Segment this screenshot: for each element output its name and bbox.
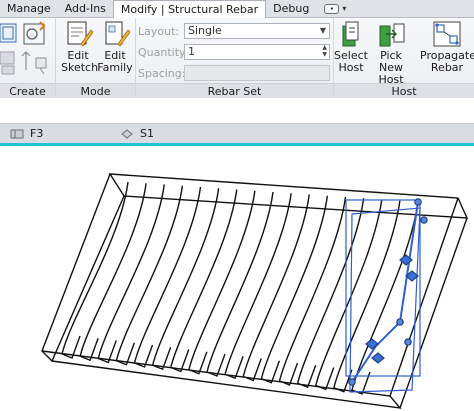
create-tools-icons[interactable] — [0, 18, 56, 82]
drawing-canvas[interactable] — [0, 146, 474, 411]
section-view-icon — [121, 128, 133, 139]
rebar-bar — [314, 199, 383, 391]
edit-family-icon — [105, 21, 130, 47]
spin-arrows-icon: ▲ ▼ — [322, 44, 327, 58]
edit-sketch-icon — [67, 21, 93, 47]
layout-label: Layout: — [138, 24, 180, 38]
selected-rebar[interactable] — [345, 198, 428, 393]
pick-new-host-label-1: Pick New — [379, 49, 403, 74]
quantity-row: Quantity: 1 ▲ ▼ — [136, 43, 330, 61]
select-host-icon — [342, 21, 359, 47]
selected-rebar-path — [351, 201, 419, 383]
rebar-3d-view[interactable] — [0, 146, 474, 411]
quantity-value: 1 — [188, 45, 195, 58]
rebar-bar — [133, 186, 202, 368]
rebar-bar — [333, 200, 401, 393]
ribbon: Create Edit Sketch Edit Family Mode Layo… — [0, 18, 474, 98]
edit-sketch-button[interactable]: Edit Sketch — [61, 20, 99, 74]
panel-create: Create — [0, 18, 56, 98]
quantity-label: Quantity: — [138, 45, 189, 59]
slab-top-edge — [108, 173, 469, 219]
layout-value: Single — [188, 24, 222, 37]
tab-modify-structural-rebar[interactable]: Modify | Structural Rebar — [112, 0, 267, 19]
edit-family-label-2: Family — [97, 61, 133, 74]
panel-title-host: Host — [334, 83, 474, 98]
rebar-bar — [242, 194, 310, 382]
panel-host: Select Host Pick New Host Propagate Reba… — [334, 18, 474, 98]
layout-row: Layout: Single ▼ — [136, 22, 330, 40]
select-host-button[interactable]: Select Host — [334, 20, 368, 74]
edit-family-button[interactable]: Edit Family — [96, 20, 134, 74]
panel-title-create: Create — [0, 83, 55, 98]
panel-title-rebar-set: Rebar Set — [136, 83, 333, 98]
rebar-bar — [278, 196, 347, 386]
rebar-bar — [169, 189, 238, 373]
layout-dropdown[interactable]: Single ▼ — [184, 23, 330, 39]
quantity-stepper[interactable]: 1 ▲ ▼ — [184, 44, 330, 60]
tab-add-ins[interactable]: Add-Ins — [58, 0, 113, 18]
propagate-rebar-label-2: Rebar — [430, 61, 464, 74]
chevron-down-icon: ▼ — [319, 26, 326, 35]
pick-new-host-button[interactable]: Pick New Host — [368, 20, 414, 86]
propagate-rebar-icon — [433, 21, 461, 47]
chevron-down-icon: ▾ — [342, 4, 347, 13]
rebar-bar — [296, 198, 365, 389]
panel-title-mode: Mode — [56, 83, 135, 98]
rebar-bar — [79, 183, 147, 362]
grip-handle — [414, 198, 422, 206]
slab-left-edge — [41, 173, 125, 363]
view-tab-s1[interactable]: S1 — [120, 127, 154, 140]
spacing-input[interactable] — [184, 65, 330, 81]
rebar-bar — [151, 188, 220, 371]
slab-right-inner-edge — [389, 197, 459, 397]
propagate-rebar-button[interactable]: Propagate Rebar — [420, 20, 474, 74]
ribbon-tab-strip: Manage Add-Ins Modify | Structural Rebar… — [0, 0, 474, 19]
view-tab-bar: F3 S1 — [0, 123, 474, 143]
rebar-bar — [206, 191, 274, 377]
slab-right-edge — [399, 217, 468, 409]
view-tab-f3[interactable]: F3 — [10, 127, 43, 140]
rebar-bar — [97, 184, 165, 364]
floor-plan-icon — [10, 129, 24, 138]
panel-mode: Edit Sketch Edit Family Mode — [56, 18, 136, 98]
panel-rebar-set: Layout: Single ▼ Quantity: 1 ▲ ▼ Spacing:… — [136, 18, 334, 98]
ribbon-toggle-icon: • — [324, 3, 340, 14]
rebar-bar — [188, 190, 256, 375]
flip-control-arrow — [371, 352, 385, 364]
select-host-label-2: Host — [338, 61, 364, 74]
grip-handle — [420, 216, 428, 224]
edit-sketch-label-2: Sketch — [61, 61, 99, 74]
view-tab-f3-label: F3 — [30, 127, 44, 140]
view-tab-s1-label: S1 — [140, 127, 154, 140]
rebar-bar — [115, 185, 184, 366]
rebar-bar — [260, 195, 329, 384]
pick-new-host-icon — [379, 23, 405, 47]
grip-handle — [348, 378, 356, 386]
spacing-label: Spacing: — [138, 66, 186, 80]
grip-handle — [404, 338, 412, 346]
spacing-row: Spacing: — [136, 64, 330, 82]
ribbon-minimize-toggle[interactable]: • ▾ — [316, 0, 346, 17]
grip-handle — [396, 318, 404, 326]
rebar-bar — [351, 201, 419, 395]
tab-debug[interactable]: Debug — [266, 0, 316, 18]
rebar-bar — [224, 193, 292, 380]
tab-manage[interactable]: Manage — [0, 0, 58, 18]
